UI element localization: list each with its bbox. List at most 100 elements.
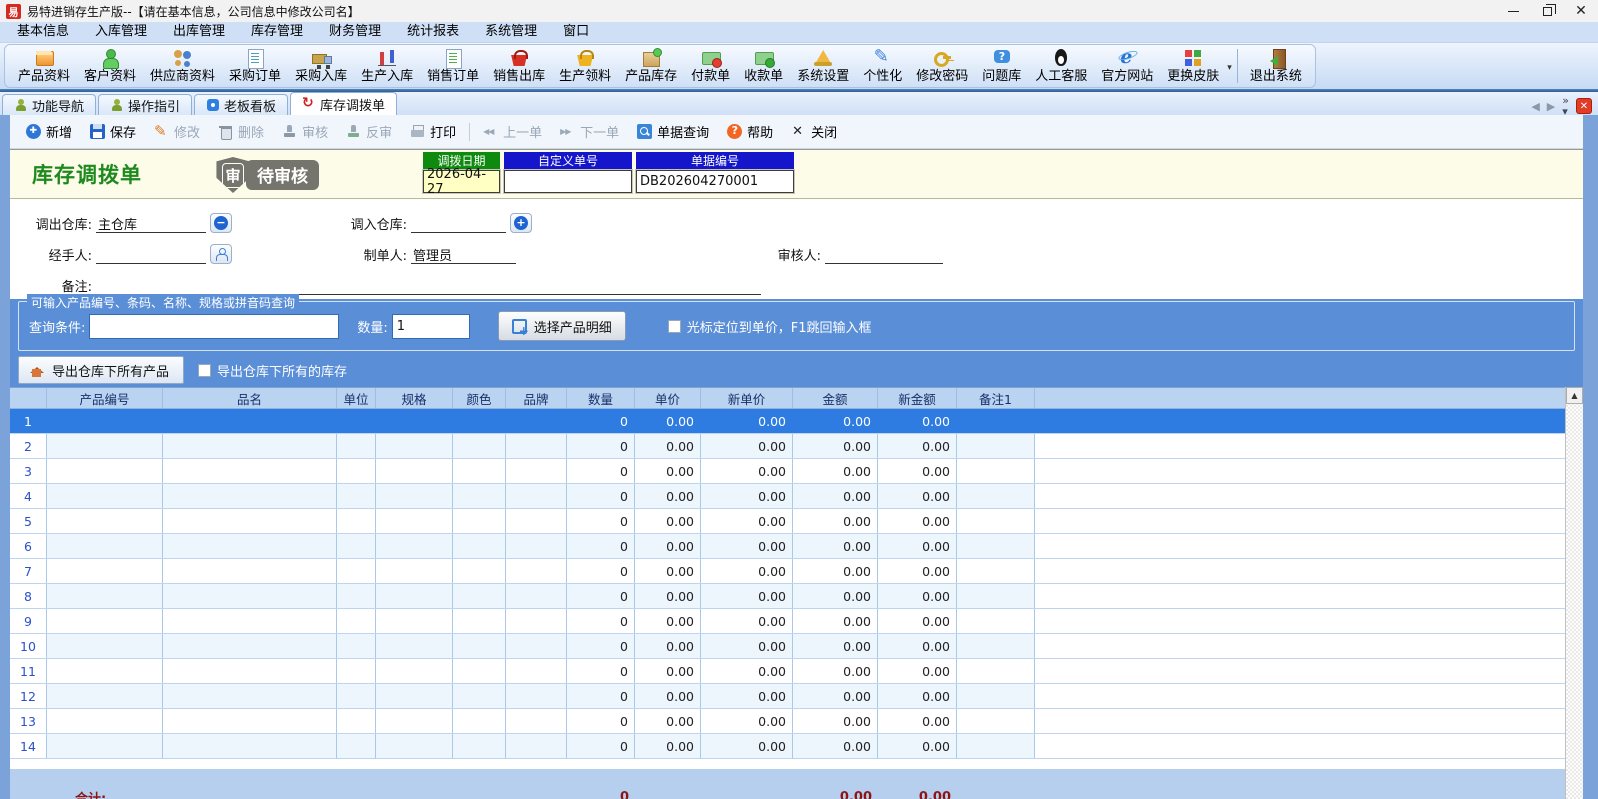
cursor-to-price-checkbox[interactable] [667,319,681,333]
table-row-5[interactable]: 5 0 0.00 0.00 0.00 0.00 [10,509,1565,534]
in-warehouse-add-button[interactable]: + [510,213,532,233]
cell-new_price[interactable]: 0.00 [701,559,793,583]
grid-header-new_price[interactable]: 新单价 [701,388,793,408]
cell-price[interactable]: 0.00 [635,559,701,583]
tab-3[interactable]: 老板看板 [194,94,289,115]
grid-header-note1[interactable]: 备注1 [957,388,1035,408]
cell-qty[interactable]: 0 [567,734,635,758]
tab-1[interactable]: 功能导航 [2,94,97,115]
cell-note1[interactable] [957,434,1035,458]
cell-spec[interactable] [376,459,453,483]
cell-code[interactable] [47,659,163,683]
handler-field[interactable] [96,245,206,264]
cell-brand[interactable] [506,609,567,633]
cell-amount[interactable]: 0.00 [793,634,878,658]
cell-name[interactable] [163,684,337,708]
cell-unit[interactable] [337,509,376,533]
cell-qty[interactable]: 0 [567,534,635,558]
cell-brand[interactable] [506,709,567,733]
toolbar-button-basket-yellow[interactable]: 生产领料 [552,46,618,87]
cell-price[interactable]: 0.00 [635,509,701,533]
cell-spec[interactable] [376,609,453,633]
cell-note1[interactable] [957,734,1035,758]
menu-item-4[interactable]: 库存管理 [238,22,316,42]
cell-new_amount[interactable]: 0.00 [878,484,957,508]
toolbar-button-product[interactable]: 产品资料 [11,46,77,87]
cell-amount[interactable]: 0.00 [793,509,878,533]
grid-header-spec[interactable]: 规格 [376,388,453,408]
cell-amount[interactable]: 0.00 [793,709,878,733]
cell-price[interactable]: 0.00 [635,434,701,458]
cell-spec[interactable] [376,659,453,683]
cell-brand[interactable] [506,659,567,683]
toolbar-button-customer[interactable]: 客户资料 [77,46,143,87]
cell-code[interactable] [47,684,163,708]
cell-note1[interactable] [957,609,1035,633]
custom-number-field[interactable] [504,170,632,193]
cell-note1[interactable] [957,459,1035,483]
table-row-10[interactable]: 10 0 0.00 0.00 0.00 0.00 [10,634,1565,659]
action-print-button[interactable]: 打印 [402,122,464,141]
handler-pick-button[interactable] [210,244,232,264]
tab-4[interactable]: 库存调拨单 [290,92,398,115]
cell-code[interactable] [47,509,163,533]
export-all-products-button[interactable]: 导出仓库下所有产品 [18,356,185,384]
cell-price[interactable]: 0.00 [635,459,701,483]
table-row-7[interactable]: 7 0 0.00 0.00 0.00 0.00 [10,559,1565,584]
cell-code[interactable] [47,534,163,558]
toolbar-button-receive[interactable]: 收款单 [737,46,790,87]
cell-new_amount[interactable]: 0.00 [878,409,957,433]
maker-field[interactable]: 管理员 [411,245,516,264]
cell-unit[interactable] [337,484,376,508]
cell-unit[interactable] [337,634,376,658]
query-condition-input[interactable] [89,313,340,339]
toolbar-button-exit[interactable]: 退出系统 [1243,46,1309,87]
cell-color[interactable] [453,684,506,708]
cell-brand[interactable] [506,684,567,708]
cell-num[interactable]: 6 [10,534,47,558]
cell-spec[interactable] [376,409,453,433]
cell-new_amount[interactable]: 0.00 [878,559,957,583]
cell-name[interactable] [163,434,337,458]
cell-spec[interactable] [376,734,453,758]
cell-price[interactable]: 0.00 [635,634,701,658]
toolbar-button-skin[interactable]: 更换皮肤 [1160,46,1226,87]
cell-num[interactable]: 13 [10,709,47,733]
cell-note1[interactable] [957,584,1035,608]
grid-header-new_amount[interactable]: 新金额 [878,388,957,408]
table-row-6[interactable]: 6 0 0.00 0.00 0.00 0.00 [10,534,1565,559]
cell-color[interactable] [453,534,506,558]
cell-num[interactable]: 2 [10,434,47,458]
cell-num[interactable]: 9 [10,609,47,633]
cell-amount[interactable]: 0.00 [793,459,878,483]
cell-color[interactable] [453,609,506,633]
export-all-stock-checkbox[interactable] [198,363,212,377]
cell-unit[interactable] [337,584,376,608]
cell-code[interactable] [47,709,163,733]
cell-unit[interactable] [337,659,376,683]
cell-price[interactable]: 0.00 [635,659,701,683]
cell-name[interactable] [163,484,337,508]
cell-new_price[interactable]: 0.00 [701,609,793,633]
cell-note1[interactable] [957,684,1035,708]
cell-qty[interactable]: 0 [567,459,635,483]
tab-2[interactable]: 操作指引 [98,94,193,115]
cell-new_price[interactable]: 0.00 [701,409,793,433]
cell-color[interactable] [453,459,506,483]
cell-color[interactable] [453,509,506,533]
table-row-4[interactable]: 4 0 0.00 0.00 0.00 0.00 [10,484,1565,509]
cell-amount[interactable]: 0.00 [793,609,878,633]
cell-name[interactable] [163,634,337,658]
minimize-button[interactable] [1496,0,1530,22]
cell-note1[interactable] [957,534,1035,558]
cell-note1[interactable] [957,509,1035,533]
cell-name[interactable] [163,459,337,483]
restore-button[interactable] [1530,0,1564,22]
cell-new_amount[interactable]: 0.00 [878,659,957,683]
transfer-date-field[interactable]: 2026-04-27 [423,167,500,197]
cell-spec[interactable] [376,509,453,533]
cell-unit[interactable] [337,559,376,583]
cell-qty[interactable]: 0 [567,509,635,533]
cell-new_amount[interactable]: 0.00 [878,684,957,708]
grid-header-code[interactable]: 产品编号 [47,388,163,408]
